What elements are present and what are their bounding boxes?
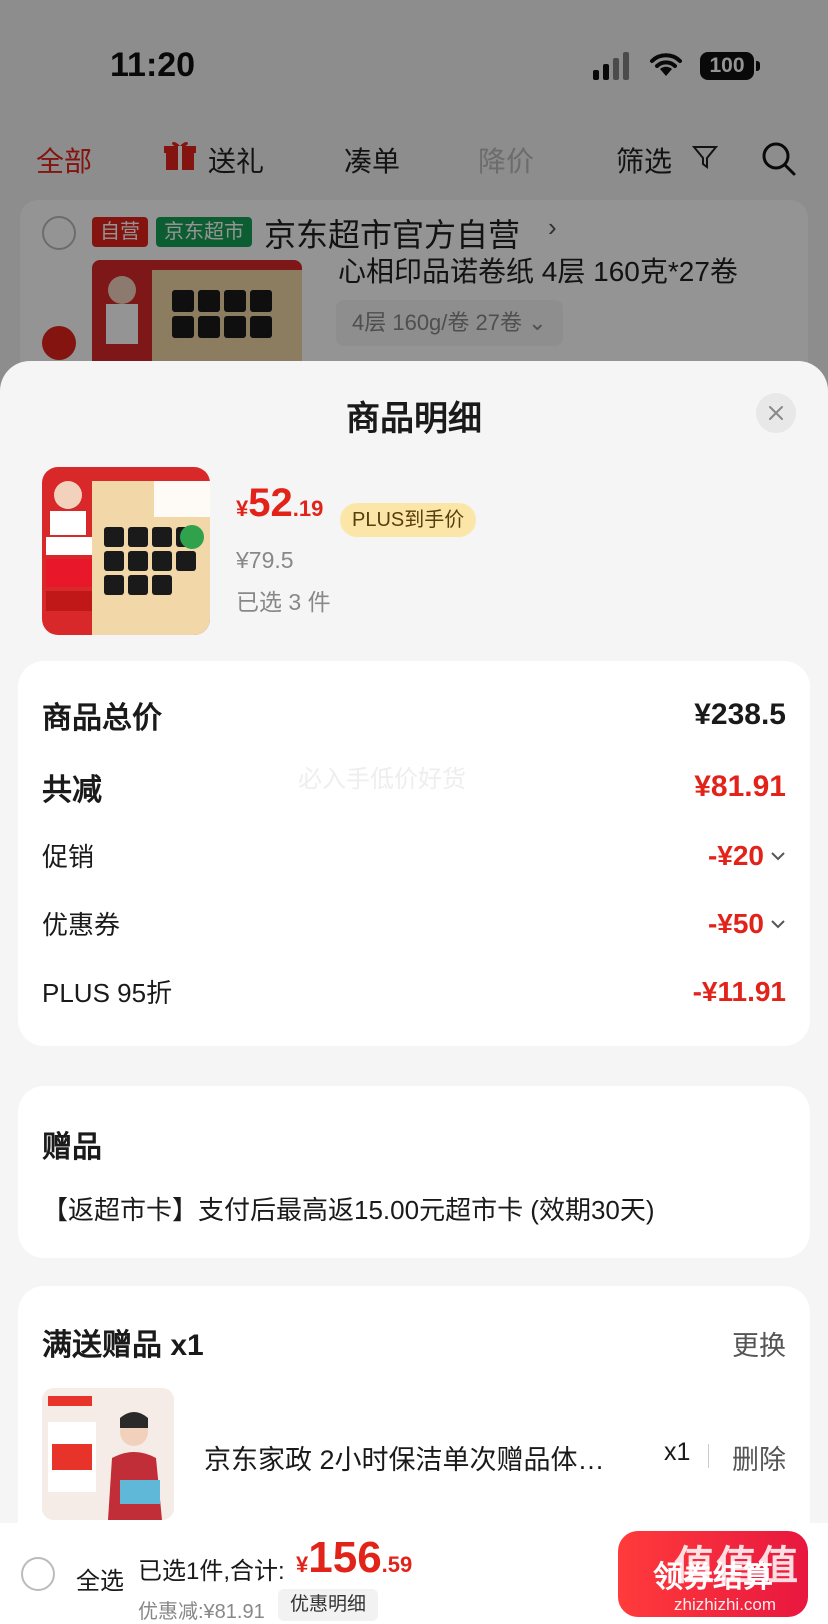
- price-decimal: .19: [292, 496, 324, 521]
- divider: [708, 1444, 709, 1468]
- total-reduce-value: ¥81.91: [694, 770, 786, 803]
- sheet-title: 商品明细: [346, 400, 482, 438]
- product-image: [42, 467, 210, 635]
- watermark-logo: 值值值: [674, 1544, 800, 1588]
- price-symbol: ¥: [236, 496, 249, 521]
- coupon-value: -¥50: [707, 907, 764, 939]
- close-icon: [769, 406, 783, 420]
- promo-row[interactable]: 促销 -¥20: [42, 837, 786, 874]
- total-amount: ¥ 156 .59: [296, 1533, 412, 1583]
- gift-title: 赠品: [42, 1131, 102, 1164]
- watermark-url: zhizhizhi.com: [674, 1595, 777, 1614]
- plus-discount-row: PLUS 95折 -¥11.91: [42, 973, 786, 1010]
- gift-description: 【返超市卡】支付后最高返15.00元超市卡 (效期30天): [42, 1195, 655, 1225]
- total-price-row: 商品总价 ¥238.5: [42, 693, 786, 737]
- free-gift-title: 满送赠品 x1: [42, 1329, 204, 1362]
- coupon-label: 优惠券: [42, 910, 121, 940]
- select-all-label[interactable]: 全选: [76, 1561, 124, 1596]
- select-all-radio[interactable]: [21, 1557, 55, 1591]
- plus-discount-label: PLUS 95折: [42, 978, 173, 1008]
- promo-value: -¥20: [707, 839, 764, 871]
- promo-value-wrap: -¥20: [708, 840, 786, 872]
- free-gift-name: 京东家政 2小时保洁单次赠品体…: [204, 1445, 605, 1475]
- selected-summary: 已选1件,合计:: [138, 1558, 285, 1585]
- plus-discount-value: -¥11.91: [692, 975, 786, 1007]
- total-reduce-label: 共减: [42, 774, 102, 807]
- product-price: ¥ 52 .19: [236, 481, 323, 526]
- promo-label: 促销: [42, 842, 95, 872]
- chevron-down-icon: [771, 851, 785, 860]
- original-price: ¥79.5: [236, 547, 294, 573]
- discount-amount: 优惠减:¥81.91: [138, 1601, 265, 1623]
- total-symbol: ¥: [296, 1552, 309, 1577]
- free-gift-quantity: x1: [664, 1438, 691, 1466]
- delete-gift-button[interactable]: 删除: [732, 1438, 786, 1477]
- chevron-down-icon: [771, 919, 785, 928]
- plus-price-tag: PLUS到手价: [340, 503, 477, 537]
- coupon-row[interactable]: 优惠券 -¥50: [42, 905, 786, 942]
- total-price-value: ¥238.5: [694, 698, 786, 731]
- change-gift-button[interactable]: 更换: [732, 1324, 786, 1363]
- price-detail-sheet: 商品明细 ¥ 52 .19 PLUS到手价 ¥79.5 已选 3 件 必入手低价…: [0, 361, 828, 1624]
- total-reduce-row: 共减 ¥81.91: [42, 765, 786, 809]
- selected-count: 已选 3 件: [236, 589, 331, 615]
- gift-card: 赠品 【返超市卡】支付后最高返15.00元超市卡 (效期30天): [18, 1086, 810, 1258]
- coupon-value-wrap: -¥50: [708, 908, 786, 940]
- close-button[interactable]: [756, 393, 796, 433]
- checkout-bar: 全选 已选1件,合计: ¥ 156 .59 优惠减:¥81.91 优惠明细 领券…: [0, 1523, 828, 1624]
- total-decimal: .59: [381, 1552, 413, 1577]
- price-integer: 52: [248, 481, 293, 525]
- price-summary-card: 必入手低价好货 商品总价 ¥238.5 共减 ¥81.91 促销 -¥20 优惠…: [18, 661, 810, 1046]
- total-integer: 156: [308, 1533, 382, 1582]
- modal-overlay[interactable]: [0, 0, 828, 420]
- total-price-label: 商品总价: [42, 702, 162, 735]
- free-gift-image: [42, 1388, 174, 1520]
- discount-detail-button[interactable]: 优惠明细: [278, 1589, 379, 1621]
